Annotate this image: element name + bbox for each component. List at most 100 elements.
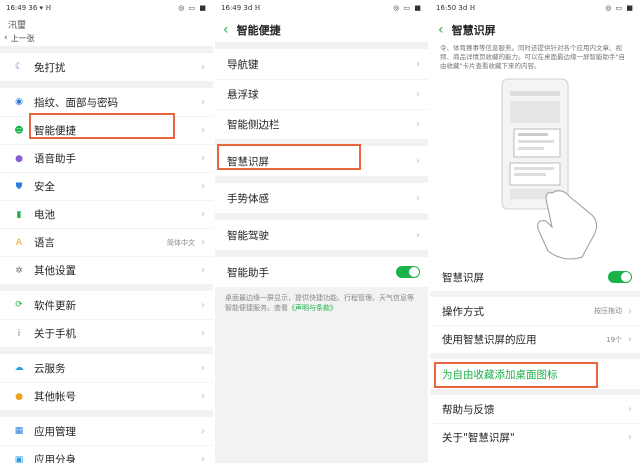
smart-assist-item[interactable]: 悬浮球 ›: [215, 79, 428, 109]
status-bar: 16:49 36 ▾ ℍ ◎ ▭ ■: [0, 0, 213, 18]
item-label: 智能驾驶: [227, 229, 269, 242]
highlight-smart-assist: [29, 113, 175, 139]
chevron-right-icon: ›: [201, 265, 205, 276]
chevron-right-icon: ›: [201, 125, 205, 136]
chevron-right-icon: ›: [201, 96, 205, 108]
status-time: 16:49: [6, 4, 27, 12]
settings-group: 导航键 › 悬浮球 › 智能侧边栏 ›: [215, 49, 428, 139]
settings-item[interactable]: ▦ 应用管理 ›: [0, 417, 213, 445]
terms-link[interactable]: 《声明与条款》: [288, 304, 337, 312]
chevron-right-icon: ›: [416, 229, 420, 241]
chevron-right-icon: ›: [201, 299, 205, 311]
settings-item-value: 简体中文: [167, 238, 195, 247]
chevron-right-icon: ›: [416, 192, 420, 204]
item-label: 悬浮球: [227, 89, 259, 101]
smart-assist-item[interactable]: 智能驾驶 ›: [215, 220, 428, 250]
settings-item[interactable]: ▣ 应用分身 ›: [0, 445, 213, 463]
settings-item-label: 指纹、面部与密码: [34, 96, 118, 109]
assistant-toggle[interactable]: [396, 266, 420, 278]
back-label[interactable]: 上一张: [11, 33, 35, 44]
moon-icon: ☾: [14, 62, 24, 72]
microphone-icon: ●: [15, 153, 23, 164]
option-value: 19个: [606, 335, 622, 344]
back-arrow-icon[interactable]: ‹: [223, 22, 229, 38]
back-row[interactable]: ‹ 上一张: [0, 30, 213, 46]
status-time: 16:49: [221, 4, 242, 12]
chevron-right-icon: ›: [416, 119, 420, 130]
settings-item[interactable]: ⟳ 软件更新 ›: [0, 291, 213, 319]
chevron-right-icon: ›: [201, 391, 205, 402]
status-signal: 36 ▾ ℍ: [28, 4, 52, 12]
screen-recognition-panel: 16:50 3d ℍ ◎ ▭ ■ ‹ 智慧识屏 令、体育赛事等信息服务。同时还提…: [430, 0, 640, 463]
settings-group: ▦ 应用管理 › ▣ 应用分身 ›: [0, 417, 213, 463]
chevron-right-icon: ›: [628, 403, 632, 415]
settings-item-label: 其他设置: [34, 265, 76, 277]
page-header: ‹ 智慧识屏: [430, 18, 640, 42]
status-icons: ◎ ▭ ■: [178, 4, 207, 12]
status-bar: 16:50 3d ℍ ◎ ▭ ■: [430, 0, 640, 18]
status-icons: ◎ ▭ ■: [393, 4, 422, 12]
chevron-right-icon: ›: [201, 328, 205, 339]
option-label: 操作方式: [442, 305, 484, 318]
smart-assist-item[interactable]: 导航键 ›: [215, 49, 428, 79]
assistant-description: 桌面最边缘一屏显示，提供快捷功能、行程管理、天气信息等智能便捷服务。查看《声明与…: [215, 287, 428, 319]
settings-item[interactable]: ▮ 电池 ›: [0, 200, 213, 228]
settings-item[interactable]: A 语言 简体中文 ›: [0, 228, 213, 256]
settings-item[interactable]: ● 语音助手 ›: [0, 144, 213, 172]
chevron-right-icon: ›: [201, 181, 205, 192]
settings-item-label: 语音助手: [34, 153, 76, 165]
app-clone-icon: ▣: [14, 454, 24, 463]
help-row[interactable]: 关于"智慧识屏" ›: [430, 423, 640, 451]
option-row[interactable]: 使用智慧识屏的应用 19个 ›: [430, 325, 640, 353]
chevron-right-icon: ›: [201, 153, 205, 164]
chevron-right-icon: ›: [201, 454, 205, 463]
row-label: 智能助手: [227, 266, 269, 279]
page-title: 智慧识屏: [451, 24, 496, 37]
settings-item[interactable]: ● 其他帐号 ›: [0, 382, 213, 410]
back-arrow-icon[interactable]: ‹: [438, 22, 444, 38]
language-icon: A: [15, 237, 23, 248]
page-header: ‹ 智能便捷: [215, 18, 428, 42]
status-icons: ◎ ▭ ■: [605, 4, 634, 12]
account-icon: ●: [15, 391, 23, 402]
status-bar: 16:49 3d ℍ ◎ ▭ ■: [215, 0, 428, 18]
settings-group: ⟳ 软件更新 › i 关于手机 ›: [0, 291, 213, 347]
smart-assist-item[interactable]: 智能侧边栏 ›: [215, 109, 428, 139]
settings-item[interactable]: ⛊ 安全 ›: [0, 172, 213, 200]
chevron-right-icon: ›: [416, 89, 420, 100]
settings-item[interactable]: ☾ 免打扰 ›: [0, 53, 213, 81]
settings-item[interactable]: ✲ 其他设置 ›: [0, 256, 213, 284]
chevron-left-icon[interactable]: ‹: [4, 33, 8, 43]
settings-item-label: 安全: [34, 181, 55, 193]
item-label: 手势体感: [227, 192, 269, 205]
chevron-right-icon: ›: [201, 425, 205, 437]
settings-item[interactable]: i 关于手机 ›: [0, 319, 213, 347]
smart-assist-item[interactable]: 手势体感 ›: [215, 183, 428, 213]
settings-item-label: 云服务: [34, 362, 66, 375]
settings-item-label: 免打扰: [34, 61, 66, 74]
smart-assistant-row[interactable]: 智能助手: [215, 257, 428, 287]
chevron-right-icon: ›: [416, 58, 420, 70]
screen-recognition-toggle[interactable]: [608, 271, 632, 283]
option-value: 按压拖动: [594, 307, 622, 315]
shield-icon: ⛊: [15, 181, 23, 192]
settings-item[interactable]: ◉ 指纹、面部与密码 ›: [0, 88, 213, 116]
highlight-screen-recognition: [217, 144, 361, 170]
settings-group: ☾ 免打扰 ›: [0, 53, 213, 81]
option-row[interactable]: 操作方式 按压拖动 ›: [430, 297, 640, 325]
settings-item[interactable]: ☁ 云服务 ›: [0, 354, 213, 382]
settings-group: 手势体感 ›: [215, 183, 428, 213]
chevron-right-icon: ›: [201, 61, 205, 73]
settings-item-label: 其他帐号: [34, 391, 76, 403]
settings-group: 智能驾驶 ›: [215, 220, 428, 250]
chevron-right-icon: ›: [628, 334, 632, 345]
settings-item-label: 应用分身: [34, 454, 76, 463]
screen-recognition-toggle-row[interactable]: 智慧识屏: [430, 263, 640, 291]
chevron-right-icon: ›: [628, 432, 632, 443]
page-title: 智能便捷: [236, 24, 281, 37]
gear-icon: ✲: [15, 265, 23, 276]
page-title: 汛璽: [8, 20, 27, 31]
status-signal: 3d ℍ: [243, 4, 261, 12]
cut-title-row: 汛璽: [0, 18, 213, 31]
help-row[interactable]: 帮助与反馈 ›: [430, 395, 640, 423]
